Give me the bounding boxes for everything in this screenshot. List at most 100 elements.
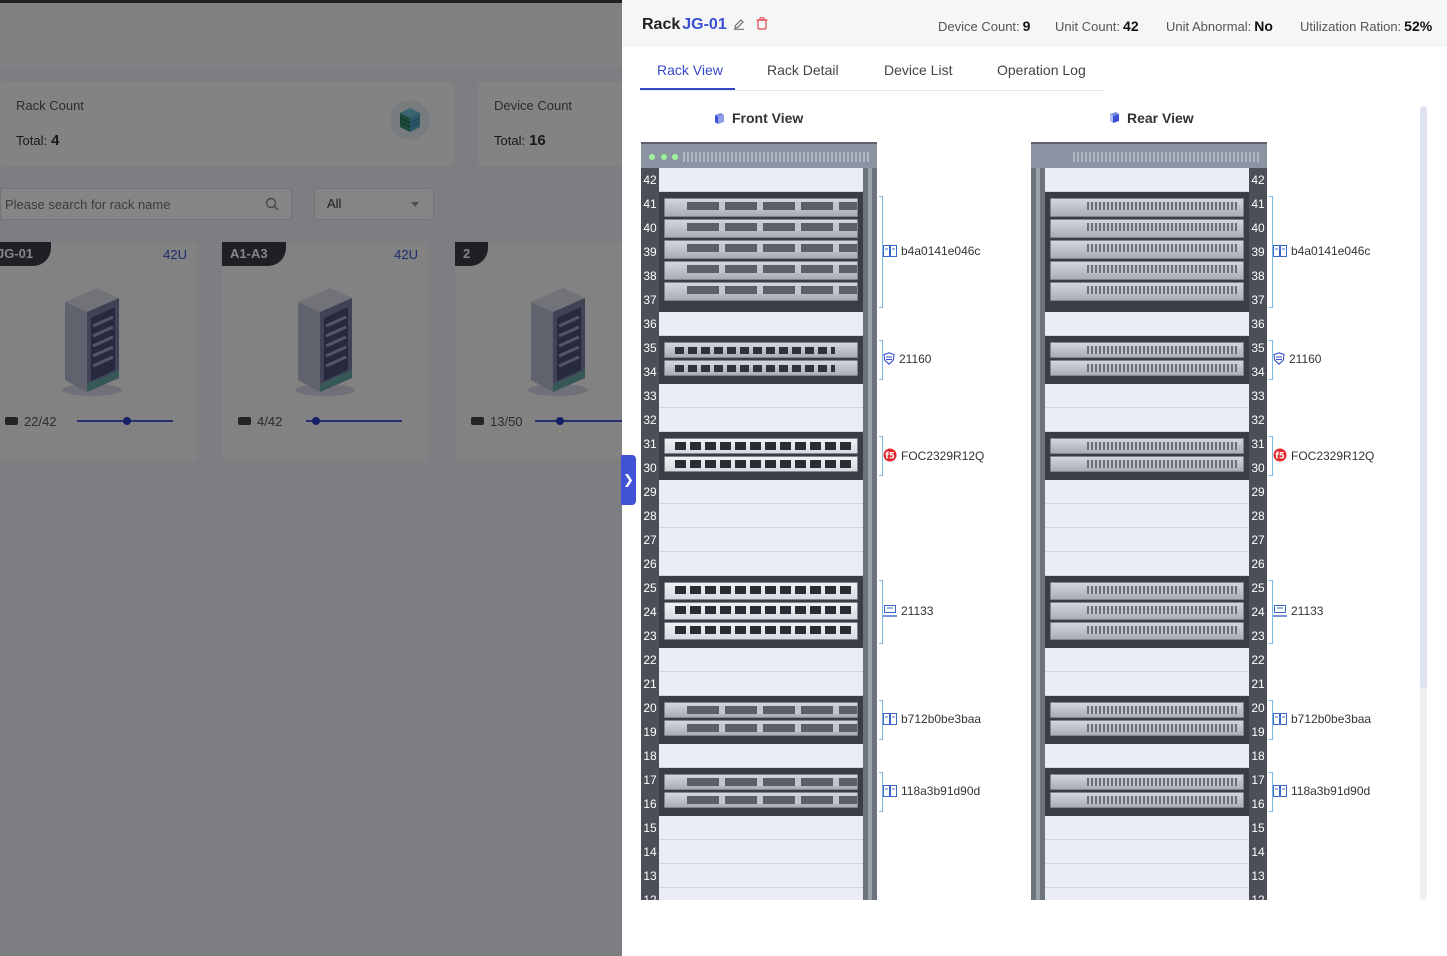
unit-number: 38 <box>1251 269 1265 283</box>
scrollbar-thumb[interactable] <box>1420 106 1427 688</box>
device-label[interactable]: 21133 <box>883 604 933 620</box>
tab-operation-log[interactable]: Operation Log <box>997 62 1086 78</box>
rear-device-switch[interactable] <box>1045 432 1249 480</box>
cube-front-icon <box>715 113 724 124</box>
device-panel <box>1050 342 1244 358</box>
unit-number: 14 <box>643 845 657 859</box>
trash-icon[interactable] <box>756 17 768 30</box>
device-label[interactable]: b712b0be3baa <box>883 712 981 728</box>
device-panel <box>664 261 858 280</box>
empty-rack-unit[interactable] <box>659 648 863 672</box>
empty-rack-unit[interactable] <box>1045 816 1249 840</box>
unit-number: 41 <box>1251 197 1265 211</box>
rack-meta-item: Unit Count: 42 <box>1055 18 1139 34</box>
drawer-scrollbar[interactable] <box>1420 106 1427 900</box>
empty-rack-unit[interactable] <box>659 480 863 504</box>
unit-number: 42 <box>1251 173 1265 187</box>
empty-rack-unit[interactable] <box>1045 384 1249 408</box>
device-label[interactable]: f5 FOC2329R12Q <box>883 448 984 465</box>
device-label[interactable]: 21160 <box>883 352 931 368</box>
empty-rack-unit[interactable] <box>1045 312 1249 336</box>
empty-rack-unit[interactable] <box>659 864 863 888</box>
unit-number: 25 <box>643 581 657 595</box>
device-panel <box>664 720 858 736</box>
unit-number: 26 <box>1251 557 1265 571</box>
empty-rack-unit[interactable] <box>1045 528 1249 552</box>
drawer-title: Rack JG-01 <box>642 16 727 33</box>
empty-rack-unit[interactable] <box>1045 672 1249 696</box>
empty-rack-unit[interactable] <box>659 672 863 696</box>
empty-rack-unit[interactable] <box>1045 552 1249 576</box>
unit-number: 20 <box>1251 701 1265 715</box>
front-device-switch[interactable] <box>659 576 863 648</box>
empty-rack-unit[interactable] <box>659 744 863 768</box>
tab-rack-detail[interactable]: Rack Detail <box>767 62 839 78</box>
shield-icon <box>883 352 895 368</box>
tab-rack-view[interactable]: Rack View <box>657 62 723 78</box>
rear-device-server[interactable] <box>1045 768 1249 816</box>
rear-device-server[interactable] <box>1045 696 1249 744</box>
empty-rack-unit[interactable] <box>1045 888 1249 900</box>
empty-rack-unit[interactable] <box>659 840 863 864</box>
front-device-server[interactable] <box>659 696 863 744</box>
unit-number: 20 <box>643 701 657 715</box>
empty-rack-unit[interactable] <box>659 552 863 576</box>
unit-number: 30 <box>643 461 657 475</box>
unit-number: 22 <box>643 653 657 667</box>
unit-number: 19 <box>643 725 657 739</box>
device-panel <box>1050 774 1244 790</box>
empty-rack-unit[interactable] <box>1045 480 1249 504</box>
empty-rack-unit[interactable] <box>659 408 863 432</box>
device-label[interactable]: b4a0141e046c <box>1273 244 1370 260</box>
unit-number: 40 <box>643 221 657 235</box>
device-panel <box>664 582 858 600</box>
device-panel <box>1050 702 1244 718</box>
tab-device-list[interactable]: Device List <box>884 62 952 78</box>
empty-rack-unit[interactable] <box>1045 744 1249 768</box>
unit-number: 24 <box>643 605 657 619</box>
device-label[interactable]: b4a0141e046c <box>883 244 980 260</box>
front-device-switch[interactable] <box>659 432 863 480</box>
device-label[interactable]: 21133 <box>1273 604 1323 620</box>
unit-number: 28 <box>643 509 657 523</box>
edit-icon[interactable] <box>733 18 745 30</box>
empty-rack-unit[interactable] <box>659 528 863 552</box>
device-label[interactable]: 118a3b91d90d <box>883 784 980 800</box>
empty-rack-unit[interactable] <box>659 504 863 528</box>
front-device-server[interactable] <box>659 768 863 816</box>
device-label[interactable]: b712b0be3baa <box>1273 712 1371 728</box>
device-label[interactable]: 118a3b91d90d <box>1273 784 1370 800</box>
front-device-firewall[interactable] <box>659 336 863 384</box>
empty-rack-unit[interactable] <box>1045 840 1249 864</box>
empty-rack-unit[interactable] <box>1045 168 1249 192</box>
empty-rack-unit[interactable] <box>1045 408 1249 432</box>
device-label[interactable]: 21160 <box>1273 352 1321 368</box>
unit-number: 32 <box>643 413 657 427</box>
cube-rear-icon <box>1110 112 1119 123</box>
empty-rack-unit[interactable] <box>1045 864 1249 888</box>
modal-overlay[interactable] <box>0 0 622 956</box>
empty-rack-unit[interactable] <box>1045 648 1249 672</box>
device-panel <box>664 456 858 472</box>
empty-rack-unit[interactable] <box>659 888 863 900</box>
rear-device-switch[interactable] <box>1045 576 1249 648</box>
unit-number: 35 <box>643 341 657 355</box>
drawer-header: Rack JG-01 Device Count: 9 Unit Count: 42 Uni… <box>622 0 1447 47</box>
collapse-drawer-button[interactable]: ❯ <box>621 455 636 505</box>
unit-number: 29 <box>1251 485 1265 499</box>
empty-rack-unit[interactable] <box>659 816 863 840</box>
device-panel <box>1050 582 1244 600</box>
unit-number: 41 <box>643 197 657 211</box>
empty-rack-unit[interactable] <box>1045 504 1249 528</box>
device-panel <box>1050 792 1244 808</box>
rear-device-firewall[interactable] <box>1045 336 1249 384</box>
device-panel <box>664 602 858 620</box>
device-label[interactable]: f5 FOC2329R12Q <box>1273 448 1374 465</box>
empty-rack-unit[interactable] <box>659 312 863 336</box>
rear-device-server[interactable] <box>1045 192 1249 312</box>
empty-rack-unit[interactable] <box>659 384 863 408</box>
device-panel <box>1050 198 1244 217</box>
rack-meta-item: Utilization Ration: 52% <box>1300 18 1433 34</box>
front-device-server[interactable] <box>659 192 863 312</box>
empty-rack-unit[interactable] <box>659 168 863 192</box>
